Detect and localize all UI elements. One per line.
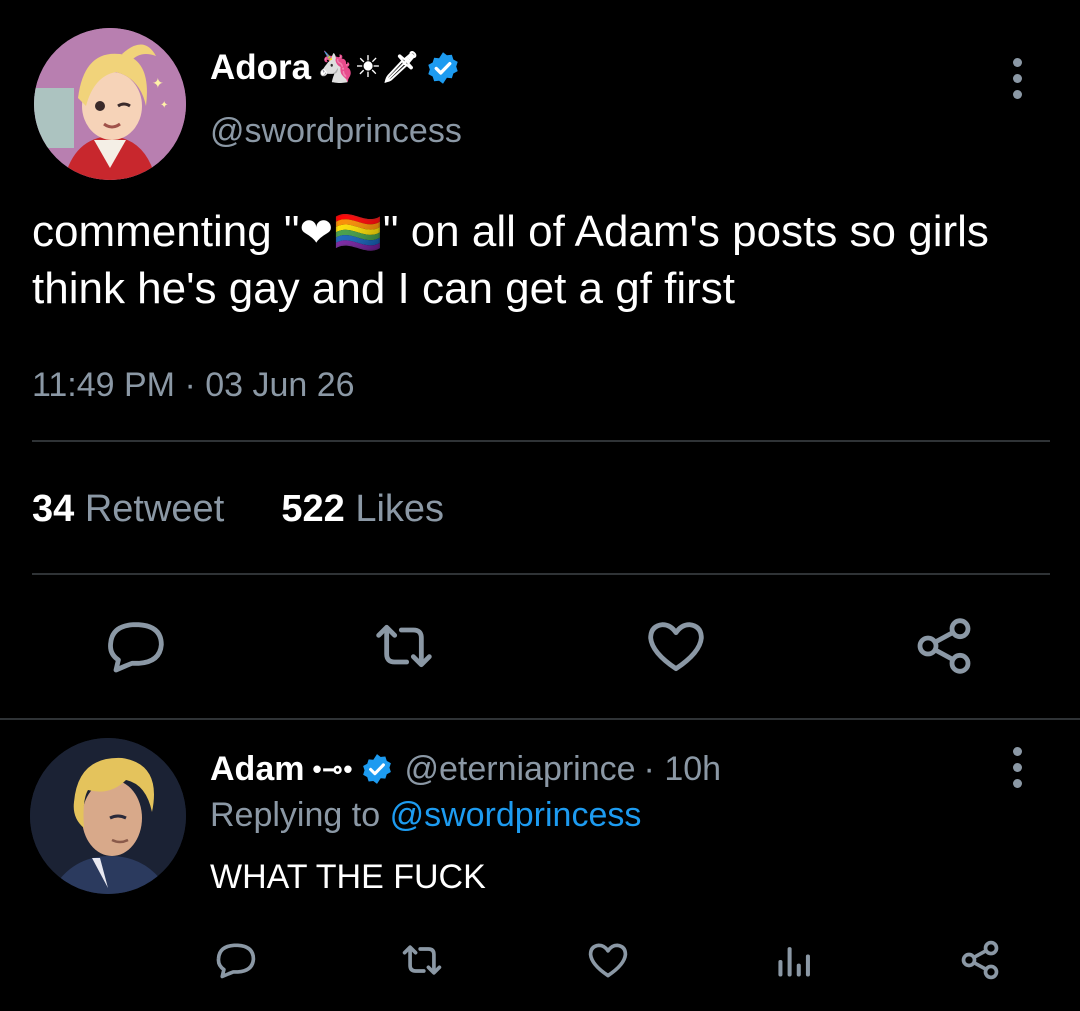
author-avatar[interactable]: ✦ ✦ [34,28,186,180]
reply-author-avatar[interactable] [30,738,186,894]
verified-badge-icon [360,752,396,788]
more-icon[interactable] [1011,747,1023,788]
reply-time[interactable]: · 10h [644,750,722,789]
like-icon[interactable] [644,614,708,678]
reply-author-display-name[interactable]: Adam [210,750,304,789]
tweet-stats: 34 Retweet 522 Likes [32,488,444,531]
replying-to-handle[interactable]: @swordprincess [390,796,642,834]
retweet-stat[interactable]: 34 Retweet [32,488,224,530]
svg-text:✦: ✦ [152,75,164,91]
like-count: 522 [281,488,345,530]
analytics-icon[interactable] [772,938,816,982]
replying-to: Replying to @swordprincess [210,796,641,835]
like-stat[interactable]: 522 Likes [281,488,444,530]
svg-text:✦: ✦ [160,100,168,111]
tweet-text-start: commenting " [32,207,300,256]
author-name-emojis: 🦄☀🗡 [317,50,420,85]
reply-header: Adam •⊸• @eterniaprince · 10h [210,750,721,789]
verified-badge-icon [425,50,461,86]
reply-icon[interactable] [104,614,168,678]
reply-author-name-deco: •⊸• [312,754,353,784]
author-name-row[interactable]: Adora 🦄☀🗡 [210,48,461,88]
like-icon[interactable] [586,938,630,982]
retweet-count: 34 [32,488,75,530]
divider [0,718,1080,720]
retweet-label: Retweet [84,488,225,530]
author-handle[interactable]: @swordprincess [210,112,462,151]
retweet-icon[interactable] [372,614,436,678]
replying-prefix: Replying to [210,796,381,834]
reply-author-handle[interactable]: @eterniaprince [404,750,635,789]
share-icon[interactable] [912,614,976,678]
tweet-text-emojis: ❤🏳️‍🌈 [299,210,383,256]
share-icon[interactable] [958,938,1002,982]
more-icon[interactable] [1011,58,1023,99]
tweet-text: commenting "❤🏳️‍🌈" on all of Adam's post… [32,204,1042,317]
reply-icon[interactable] [214,938,258,982]
like-label: Likes [355,488,445,530]
divider [32,440,1050,442]
tweet-timestamp[interactable]: 11:49 PM · 03 Jun 26 [32,366,355,405]
retweet-icon[interactable] [400,938,444,982]
author-display-name[interactable]: Adora [210,48,311,88]
divider [32,573,1050,575]
reply-text: WHAT THE FUCK [210,858,486,896]
